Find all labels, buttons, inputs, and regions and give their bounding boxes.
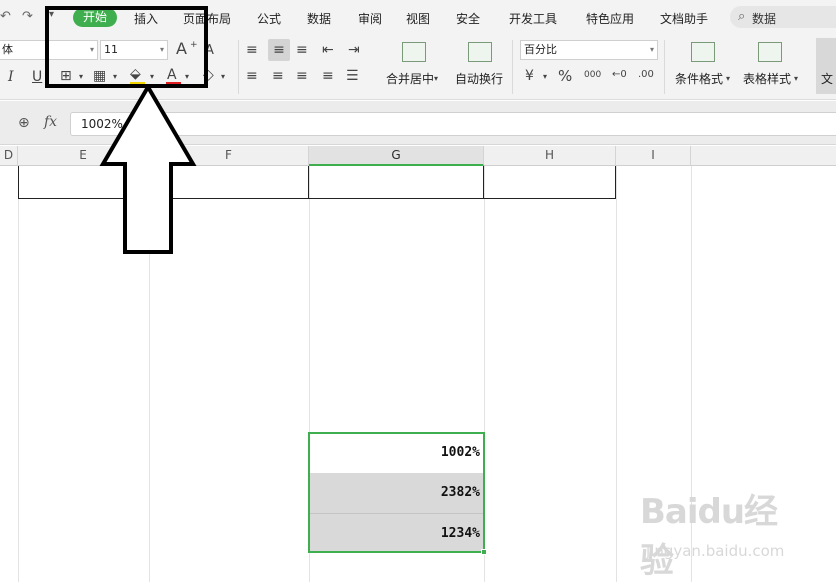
tab-review[interactable]: 审阅 — [358, 10, 382, 27]
cell-g-1234[interactable]: 1234% — [309, 513, 484, 553]
increase-font-icon[interactable]: A — [176, 41, 187, 57]
grid-line — [18, 166, 19, 582]
align-left-icon[interactable]: ≡ — [246, 68, 258, 84]
currency-icon[interactable]: ¥ — [525, 68, 534, 84]
chevron-down-icon[interactable]: ▾ — [49, 9, 54, 20]
zoom-icon[interactable]: ⊕ — [18, 115, 30, 131]
chevron-down-icon: ▾ — [89, 45, 94, 54]
clear-format-icon[interactable]: ◇ — [203, 67, 214, 83]
underline-button[interactable]: U — [32, 69, 42, 85]
redo-icon[interactable]: ↷ — [22, 9, 33, 24]
font-size-value: 11 — [104, 43, 118, 56]
merge-center-button[interactable]: 合并居中 — [386, 70, 434, 87]
font-color-button[interactable]: A — [167, 67, 177, 83]
text-tool-label: 文 — [821, 72, 834, 86]
column-header-g[interactable]: G — [309, 146, 484, 166]
align-center-icon[interactable]: ≡ — [272, 68, 284, 84]
align-right-icon[interactable]: ≡ — [296, 68, 308, 84]
grid-line — [616, 166, 617, 582]
column-header-d[interactable]: D — [0, 146, 18, 166]
justify-icon[interactable]: ≡ — [322, 68, 334, 84]
divider — [238, 40, 239, 94]
column-header-blank[interactable] — [691, 146, 836, 166]
cell-g-2382[interactable]: 2382% — [309, 473, 484, 513]
decrease-indent-icon[interactable]: ⇤ — [322, 42, 334, 58]
annotation-up-arrow-icon — [99, 84, 197, 254]
chevron-down-icon[interactable]: ▾ — [434, 71, 438, 87]
tab-formulas[interactable]: 公式 — [257, 10, 281, 27]
conditional-format-icon[interactable] — [691, 42, 715, 62]
chevron-down-icon[interactable]: ▾ — [185, 69, 189, 85]
percent-button[interactable]: % — [558, 68, 572, 84]
wrap-text-button[interactable]: 自动换行 — [455, 70, 503, 87]
menu-bar: ↶ ↷ ▾ 开始 插入 页面布局 公式 数据 审阅 视图 安全 开发工具 特色应… — [0, 0, 836, 34]
search-label: 数据 — [752, 12, 777, 26]
column-header-i[interactable]: I — [616, 146, 691, 166]
distributed-align-icon[interactable]: ☰ — [346, 68, 359, 84]
tab-data[interactable]: 数据 — [307, 10, 331, 27]
thousands-separator-button[interactable]: 000 — [584, 67, 601, 83]
chevron-down-icon[interactable]: ▾ — [794, 71, 798, 87]
search-icon: ⌕ — [738, 9, 746, 24]
decrease-font-icon[interactable]: A — [205, 43, 214, 59]
fill-handle[interactable] — [481, 549, 487, 555]
grid-line — [691, 166, 692, 582]
align-middle-icon[interactable]: ≡ — [268, 39, 290, 61]
chevron-down-icon[interactable]: ▾ — [726, 71, 730, 87]
chevron-down-icon: ▾ — [649, 45, 654, 54]
tab-developer[interactable]: 开发工具 — [509, 10, 557, 27]
align-bottom-icon[interactable]: ≡ — [296, 42, 308, 58]
chevron-down-icon[interactable]: ▾ — [150, 69, 154, 85]
cell-g-1002[interactable]: 1002% — [309, 433, 484, 473]
wrap-text-icon[interactable] — [468, 42, 492, 62]
divider — [512, 40, 513, 94]
text-tool-button[interactable]: 文 — [816, 38, 836, 94]
italic-button[interactable]: I — [8, 69, 14, 85]
fx-icon[interactable]: fx — [44, 114, 57, 130]
chevron-down-icon: ▾ — [159, 45, 164, 54]
tab-view[interactable]: 视图 — [406, 10, 430, 27]
table-style-icon[interactable] — [758, 42, 782, 62]
bordered-cell[interactable] — [484, 166, 616, 199]
increase-decimal-icon[interactable]: ←0 — [612, 67, 627, 83]
number-format-select[interactable]: 百分比 ▾ — [520, 40, 658, 60]
border-icon[interactable]: ⊞ — [60, 68, 72, 84]
bordered-cell[interactable] — [309, 166, 484, 199]
chevron-down-icon[interactable]: ▾ — [113, 69, 117, 85]
tab-doc-assistant[interactable]: 文档助手 — [660, 10, 708, 27]
font-name-select[interactable]: 体 ▾ — [0, 40, 98, 60]
conditional-format-button[interactable]: 条件格式 — [675, 70, 723, 87]
decrease-decimal-icon[interactable]: .00 — [638, 67, 654, 83]
undo-icon[interactable]: ↶ — [0, 9, 11, 24]
align-top-icon[interactable]: ≡ — [246, 42, 258, 58]
chevron-down-icon[interactable]: ▾ — [543, 69, 547, 85]
column-header-h[interactable]: H — [484, 146, 616, 166]
table-style-button[interactable]: 表格样式 — [743, 70, 791, 87]
increase-font-plus-icon: + — [190, 40, 198, 50]
tab-insert[interactable]: 插入 — [134, 10, 158, 27]
font-name-value: 体 — [2, 43, 13, 56]
font-size-select[interactable]: 11 ▾ — [100, 40, 168, 60]
search-box[interactable]: ⌕ 数据 — [730, 6, 836, 28]
tab-security[interactable]: 安全 — [456, 10, 480, 27]
merge-center-icon[interactable] — [402, 42, 426, 62]
fill-color-icon[interactable]: ⬙ — [130, 66, 141, 82]
number-format-value: 百分比 — [524, 43, 557, 56]
increase-indent-icon[interactable]: ⇥ — [348, 42, 360, 58]
chevron-down-icon[interactable]: ▾ — [221, 69, 225, 85]
cell-style-icon[interactable]: ▦ — [93, 68, 106, 84]
tab-features[interactable]: 特色应用 — [586, 10, 634, 27]
divider — [664, 40, 665, 94]
tab-home[interactable]: 开始 — [73, 8, 117, 27]
chevron-down-icon[interactable]: ▾ — [79, 69, 83, 85]
tab-page-layout[interactable]: 页面布局 — [183, 10, 231, 27]
grid-line — [484, 166, 485, 582]
